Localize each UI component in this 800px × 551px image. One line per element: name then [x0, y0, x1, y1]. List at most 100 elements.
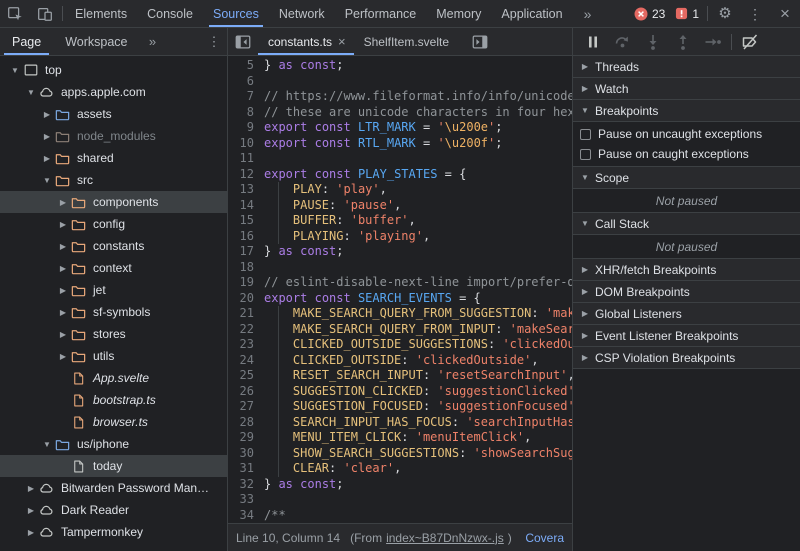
tab-network[interactable]: Network: [269, 0, 335, 27]
tree-item-assets[interactable]: ▶ assets: [0, 103, 227, 125]
tree-item-sf-symbols[interactable]: ▶ sf-symbols: [0, 301, 227, 323]
section-xhr-fetch-breakpoints[interactable]: ▶ XHR/fetch Breakpoints: [573, 259, 800, 281]
tree-item-constants[interactable]: ▶ constants: [0, 235, 227, 257]
line-number[interactable]: 15: [228, 213, 254, 229]
tree-item-today[interactable]: today: [0, 455, 227, 477]
line-number[interactable]: 12: [228, 167, 254, 183]
tree-item-dark-reader[interactable]: ▶ Dark Reader: [0, 499, 227, 521]
step-icon[interactable]: [701, 30, 725, 54]
tree-item-tampermonkey[interactable]: ▶ Tampermonkey: [0, 521, 227, 543]
line-number[interactable]: 14: [228, 198, 254, 214]
inspect-icon[interactable]: [0, 0, 30, 27]
line-number[interactable]: 13: [228, 182, 254, 198]
tab-console[interactable]: Console: [137, 0, 203, 27]
tree-item-context[interactable]: ▶ context: [0, 257, 227, 279]
checkbox-row-pause-on-uncaught-exceptions[interactable]: Pause on uncaught exceptions: [573, 124, 800, 144]
error-badge[interactable]: 23: [634, 7, 665, 21]
line-number[interactable]: 33: [228, 492, 254, 508]
tree-item-bitwarden-password-man[interactable]: ▶ Bitwarden Password Man…: [0, 477, 227, 499]
line-number[interactable]: 25: [228, 368, 254, 384]
code-line: 29 MENU_ITEM_CLICK: 'menuItemClick',: [228, 430, 572, 446]
line-number[interactable]: 16: [228, 229, 254, 245]
line-number[interactable]: 31: [228, 461, 254, 477]
navigator-tab-workspace[interactable]: Workspace: [53, 28, 139, 55]
tree-item-bootstrap-ts[interactable]: bootstrap.ts: [0, 389, 227, 411]
section-scope[interactable]: ▼ Scope: [573, 167, 800, 189]
editor-tab-constants-ts[interactable]: constants.ts ×: [258, 28, 354, 55]
checkbox-row-pause-on-caught-exceptions[interactable]: Pause on caught exceptions: [573, 144, 800, 164]
section-csp-violation-breakpoints[interactable]: ▶ CSP Violation Breakpoints: [573, 347, 800, 369]
line-number[interactable]: 27: [228, 399, 254, 415]
step-over-icon[interactable]: [611, 30, 635, 54]
section-watch[interactable]: ▶ Watch: [573, 78, 800, 100]
section-dom-breakpoints[interactable]: ▶ DOM Breakpoints: [573, 281, 800, 303]
tree-item-jet[interactable]: ▶ jet: [0, 279, 227, 301]
checkbox[interactable]: [580, 128, 591, 140]
close-tab-icon[interactable]: ×: [338, 34, 346, 49]
line-number[interactable]: 18: [228, 260, 254, 276]
tree-item-us-iphone[interactable]: ▼ us/iphone: [0, 433, 227, 455]
tree-item-apps-apple-com[interactable]: ▼ apps.apple.com: [0, 81, 227, 103]
line-number[interactable]: 7: [228, 89, 254, 105]
step-into-icon[interactable]: [641, 30, 665, 54]
tree-item-utils[interactable]: ▶ utils: [0, 345, 227, 367]
tree-item-top[interactable]: ▼ top: [0, 59, 227, 81]
source-map-link[interactable]: index~B87DnNzwx-.js: [386, 531, 504, 545]
line-number[interactable]: 26: [228, 384, 254, 400]
tree-item-components[interactable]: ▶ components: [0, 191, 227, 213]
line-number[interactable]: 30: [228, 446, 254, 462]
tree-item-src[interactable]: ▼ src: [0, 169, 227, 191]
line-number[interactable]: 5: [228, 58, 254, 74]
section-call-stack[interactable]: ▼ Call Stack: [573, 213, 800, 235]
tab-performance[interactable]: Performance: [335, 0, 427, 27]
customize-menu-icon[interactable]: ⋮: [740, 0, 770, 27]
line-number[interactable]: 24: [228, 353, 254, 369]
tab-sources[interactable]: Sources: [203, 0, 269, 27]
tab-memory[interactable]: Memory: [426, 0, 491, 27]
checkbox[interactable]: [580, 148, 591, 160]
section-global-listeners[interactable]: ▶ Global Listeners: [573, 303, 800, 325]
editor-tab-shelfitem-svelte[interactable]: ShelfItem.svelte: [354, 28, 457, 55]
hide-navigator-icon[interactable]: [228, 28, 258, 55]
more-navigator-tabs-icon[interactable]: »: [140, 28, 166, 55]
code-editor[interactable]: 5} as const; 6 7// https://www.fileformat.…: [228, 56, 572, 523]
navigator-menu-icon[interactable]: ⋮: [201, 28, 227, 55]
settings-gear-icon[interactable]: ⚙: [710, 0, 740, 27]
line-number[interactable]: 10: [228, 136, 254, 152]
more-panels-icon[interactable]: »: [573, 0, 603, 27]
section-breakpoints[interactable]: ▼ Breakpoints: [573, 100, 800, 122]
line-number[interactable]: 9: [228, 120, 254, 136]
tree-item-node-modules[interactable]: ▶ node_modules: [0, 125, 227, 147]
line-number[interactable]: 8: [228, 105, 254, 121]
line-number[interactable]: 32: [228, 477, 254, 493]
tree-item-browser-ts[interactable]: browser.ts: [0, 411, 227, 433]
section-event-listener-breakpoints[interactable]: ▶ Event Listener Breakpoints: [573, 325, 800, 347]
line-number[interactable]: 17: [228, 244, 254, 260]
line-number[interactable]: 29: [228, 430, 254, 446]
device-toolbar-icon[interactable]: [30, 0, 60, 27]
deactivate-breakpoints-icon[interactable]: [738, 30, 762, 54]
line-number[interactable]: 28: [228, 415, 254, 431]
close-icon[interactable]: ×: [770, 0, 800, 27]
line-number[interactable]: 22: [228, 322, 254, 338]
tree-item-app-svelte[interactable]: App.svelte: [0, 367, 227, 389]
tree-item-stores[interactable]: ▶ stores: [0, 323, 227, 345]
line-number[interactable]: 6: [228, 74, 254, 90]
section-threads[interactable]: ▶ Threads: [573, 56, 800, 78]
issues-badge[interactable]: 1: [675, 7, 699, 21]
pause-icon[interactable]: [581, 30, 605, 54]
line-number[interactable]: 19: [228, 275, 254, 291]
tree-item-config[interactable]: ▶ config: [0, 213, 227, 235]
coverage-link[interactable]: Covera: [525, 531, 564, 545]
line-number[interactable]: 20: [228, 291, 254, 307]
tab-application[interactable]: Application: [491, 0, 572, 27]
navigator-tab-page[interactable]: Page: [0, 28, 53, 55]
line-number[interactable]: 21: [228, 306, 254, 322]
line-number[interactable]: 11: [228, 151, 254, 167]
line-number[interactable]: 34: [228, 508, 254, 524]
tab-elements[interactable]: Elements: [65, 0, 137, 27]
line-number[interactable]: 23: [228, 337, 254, 353]
step-out-icon[interactable]: [671, 30, 695, 54]
tree-item-shared[interactable]: ▶ shared: [0, 147, 227, 169]
toggle-debugger-sidebar-icon[interactable]: [465, 28, 495, 55]
